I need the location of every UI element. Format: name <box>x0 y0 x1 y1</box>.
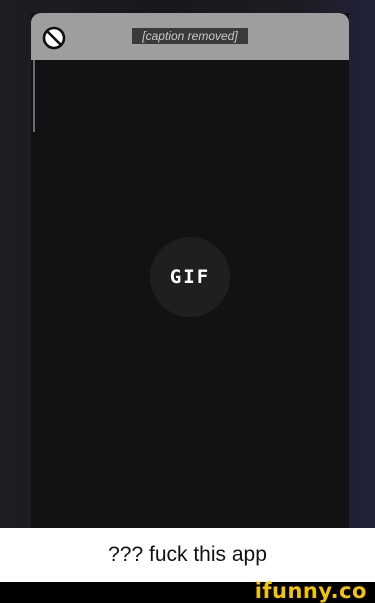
post-caption: ??? fuck this app <box>0 528 375 582</box>
redacted-caption-placeholder: [caption removed] <box>132 28 248 44</box>
caption-text: ??? fuck this app <box>108 543 267 566</box>
gif-label: GIF <box>169 266 211 288</box>
message-media-card: [caption removed] GIF <box>31 13 349 528</box>
gif-play-button[interactable]: GIF <box>150 237 230 317</box>
media-title-bar: [caption removed] <box>31 13 349 60</box>
media-title: [caption removed] <box>31 25 349 45</box>
watermark-text: ifunny.co <box>254 579 367 603</box>
footer-bar: ifunny.co <box>0 579 375 603</box>
ifunny-watermark: ifunny.co <box>255 579 367 603</box>
scroll-indicator <box>33 60 35 132</box>
